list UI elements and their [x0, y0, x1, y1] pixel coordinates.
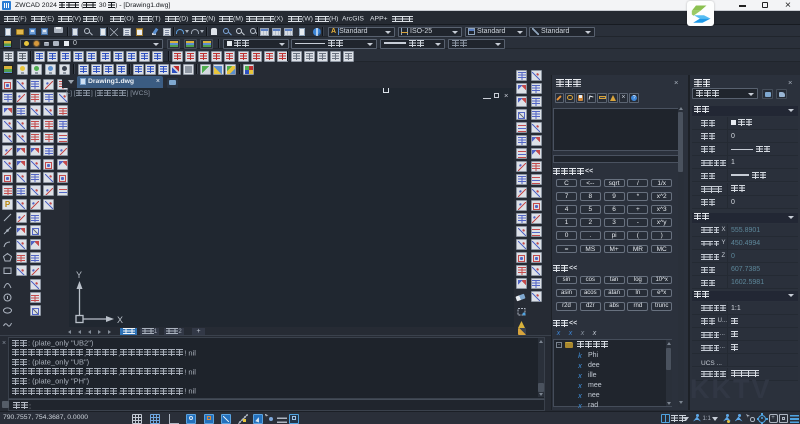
svg-text:Y: Y	[76, 270, 82, 280]
svg-text:X: X	[117, 315, 123, 325]
